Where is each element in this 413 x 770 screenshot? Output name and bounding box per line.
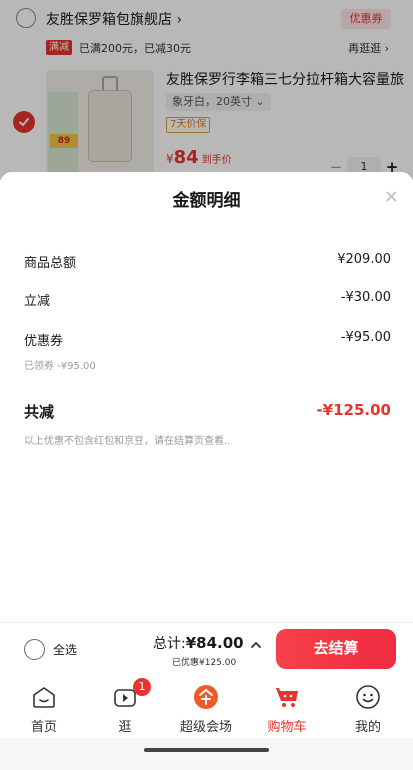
- notification-badge: 1: [133, 678, 151, 696]
- total-value: -¥125.00: [316, 401, 391, 419]
- tab-label: 超级会场: [179, 720, 232, 735]
- coupon-note: 已领券 -¥95.00: [24, 361, 96, 372]
- row-label: 优惠券: [24, 334, 64, 349]
- super-venue-icon: [194, 685, 218, 709]
- system-gesture-area: [0, 738, 413, 770]
- detail-row-total-discount: 共减 -¥125.00: [24, 399, 391, 421]
- tab-explore[interactable]: 1 逛: [85, 678, 165, 736]
- detail-row-coupon: 优惠券 -¥95.00: [24, 328, 391, 350]
- modal-backdrop[interactable]: [0, 0, 413, 180]
- tab-cart[interactable]: 购物车: [247, 680, 327, 736]
- select-all-checkbox[interactable]: [24, 639, 45, 660]
- detail-row-subtotal: 商品总额 ¥209.00: [24, 250, 391, 272]
- checkout-bar: 全选 总计:¥84.00 已优惠¥125.00 去结算: [0, 622, 413, 676]
- discount-summary: 已优惠¥125.00: [172, 658, 237, 668]
- tab-home[interactable]: 首页: [4, 680, 84, 736]
- detail-row-instant-discount: 立减 -¥30.00: [24, 288, 391, 310]
- row-value: -¥30.00: [340, 290, 391, 305]
- tab-super-venue[interactable]: 超级会场: [166, 680, 246, 736]
- cart-icon: [276, 688, 298, 707]
- row-label: 立减: [24, 294, 51, 309]
- home-indicator[interactable]: [144, 748, 269, 752]
- tab-label: 首页: [30, 720, 57, 735]
- row-value: -¥95.00: [340, 330, 391, 345]
- close-icon[interactable]: ×: [384, 186, 399, 208]
- bottom-tab-bar: 首页 1 逛 超级会场 购物车 我的: [0, 676, 413, 738]
- tab-label: 逛: [118, 720, 132, 735]
- home-icon: [33, 687, 55, 708]
- checkout-button[interactable]: 去结算: [276, 629, 396, 669]
- profile-icon: [356, 685, 380, 709]
- tab-profile[interactable]: 我的: [328, 680, 408, 736]
- sheet-title: 金额明细: [172, 191, 241, 211]
- select-all-label[interactable]: 全选: [53, 641, 77, 658]
- sheet-footnote: 以上优惠不包含红包和京豆，请在结算页查看..: [24, 436, 231, 447]
- tab-label: 我的: [354, 720, 381, 735]
- row-label: 商品总额: [24, 256, 77, 271]
- chevron-up-icon[interactable]: [249, 638, 263, 652]
- row-value: ¥209.00: [337, 252, 391, 267]
- tab-label: 购物车: [267, 720, 307, 735]
- checkout-total: 总计:¥84.00: [153, 633, 244, 653]
- total-label: 共减: [24, 403, 55, 421]
- total-prefix: 总计:: [153, 636, 186, 652]
- amount-detail-sheet: 金额明细 × 商品总额 ¥209.00 立减 -¥30.00 优惠券 -¥95.…: [0, 172, 413, 622]
- total-amount: ¥84.00: [185, 634, 244, 652]
